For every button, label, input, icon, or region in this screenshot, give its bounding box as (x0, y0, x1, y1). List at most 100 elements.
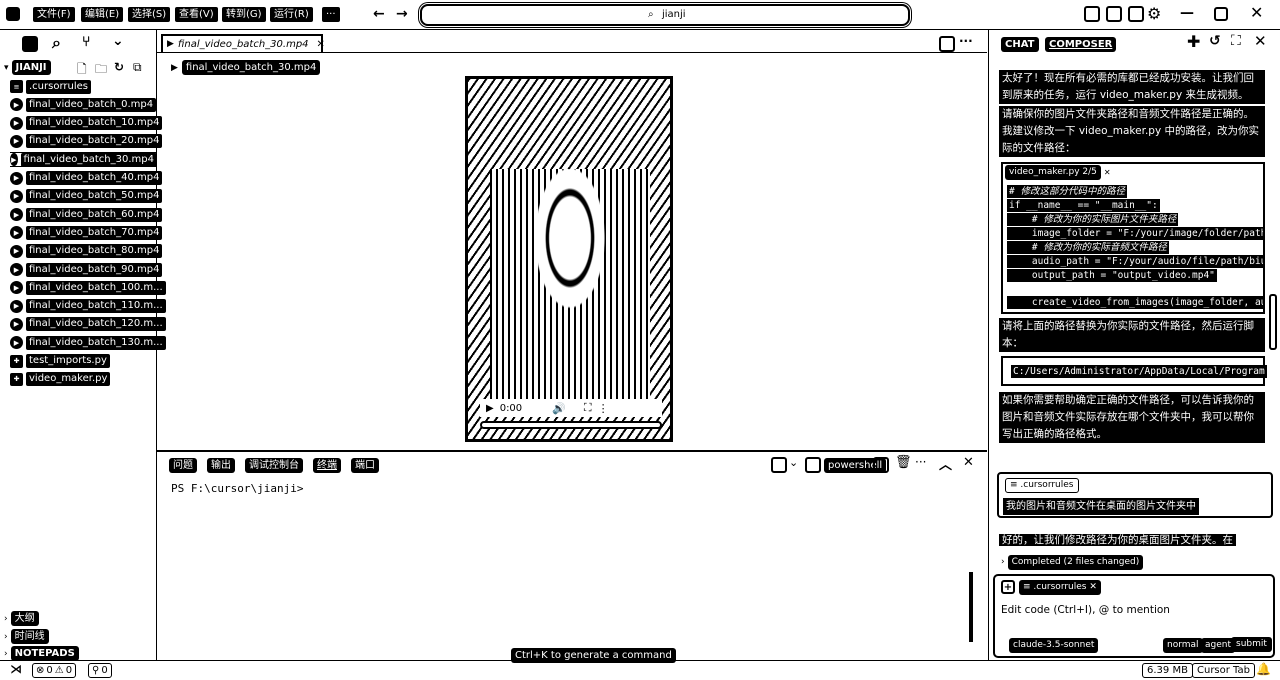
tab-debug-console[interactable]: 调试控制台 (245, 458, 303, 473)
menu-more[interactable]: ··· (322, 7, 340, 22)
ports-indicator[interactable]: ⚲ 0 (88, 663, 112, 678)
source-control-icon[interactable]: ⑂ (82, 34, 90, 50)
close-tab-icon[interactable]: ✕ (317, 39, 325, 50)
close-icon[interactable]: ✕ (1104, 168, 1111, 177)
file-item[interactable]: ▶ final_video_batch_50.mp4 (10, 189, 163, 204)
input-chip-label: .cursorrules (1033, 582, 1087, 592)
tab-problems[interactable]: 问题 (169, 458, 197, 473)
file-item[interactable]: ▶ final_video_batch_20.mp4 (10, 134, 163, 149)
tab-terminal[interactable]: 终端 (313, 458, 341, 473)
remote-icon[interactable]: ⋊ (10, 662, 22, 676)
maximize-icon[interactable] (1214, 7, 1228, 21)
file-item[interactable]: ▶ final_video_batch_70.mp4 (10, 225, 163, 240)
file-item[interactable]: ▶ final_video_batch_80.mp4 (10, 244, 163, 259)
outline-section[interactable]: › 大纲 (4, 611, 39, 626)
new-folder-icon[interactable]: 🗀 (95, 60, 107, 81)
file-item[interactable]: ▶ final_video_batch_30.mp4 (10, 152, 157, 168)
tab-composer[interactable]: COMPOSER (1045, 37, 1117, 52)
refresh-icon[interactable]: ↻ (114, 60, 124, 74)
file-item[interactable]: ▶ final_video_batch_60.mp4 (10, 207, 163, 222)
composer-input[interactable]: Edit code (Ctrl+I), @ to mention (1001, 604, 1170, 616)
file-item[interactable]: ✚ test_imports.py (10, 354, 110, 369)
tab-chat[interactable]: CHAT (1001, 37, 1039, 52)
terminal-scrollbar[interactable] (969, 572, 973, 642)
split-terminal-icon[interactable] (873, 457, 889, 473)
explorer-section-header[interactable]: ▾ JIANJI (4, 60, 51, 75)
menu-file[interactable]: 文件(F) (33, 7, 75, 22)
back-arrow-icon[interactable]: ← (373, 6, 385, 22)
completed-status[interactable]: › Completed (2 files changed) (1001, 554, 1231, 570)
timeline-section[interactable]: › 时间线 (4, 629, 49, 644)
file-item[interactable]: ▶ final_video_batch_40.mp4 (10, 171, 163, 186)
command-center-search[interactable]: ⌕ jianji (420, 4, 910, 26)
file-item[interactable]: ▶ final_video_batch_90.mp4 (10, 262, 163, 277)
submit-button[interactable]: submit (1231, 637, 1272, 652)
toggle-sidebar-icon[interactable] (1084, 6, 1100, 22)
new-terminal-icon[interactable] (771, 457, 787, 473)
breadcrumb-item[interactable]: final_video_batch_30.mp4 (181, 60, 321, 75)
close-panel-icon[interactable]: ✕ (963, 455, 974, 470)
file-item[interactable]: ▶ final_video_batch_10.mp4 (10, 116, 163, 131)
video-progress-bar[interactable] (480, 421, 662, 429)
file-item[interactable]: ▶ final_video_batch_0.mp4 (10, 97, 157, 112)
volume-icon[interactable]: 🔊 (552, 402, 566, 415)
toggle-panel-icon[interactable] (1106, 6, 1122, 22)
tab-output[interactable]: 输出 (207, 458, 235, 473)
code-file-label[interactable]: video_maker.py 2/5 (1005, 165, 1101, 180)
notepads-section[interactable]: › NOTEPADS (4, 646, 79, 661)
plus-icon[interactable]: ✚ (1187, 32, 1200, 51)
gear-icon[interactable]: ⚙ (1147, 4, 1161, 23)
chat-scrollbar[interactable] (1269, 294, 1277, 350)
fullscreen-icon[interactable]: ⛶ (584, 401, 592, 415)
model-selector[interactable]: claude-3.5-sonnet (1009, 638, 1099, 653)
play-icon: ▶ (10, 317, 23, 331)
mode-normal[interactable]: normal (1163, 638, 1203, 653)
chevron-down-icon[interactable]: ⌄ (112, 33, 124, 49)
chevron-right-icon: › (4, 648, 8, 659)
more-actions-icon[interactable]: ··· (959, 34, 973, 48)
more-actions-icon[interactable]: ··· (915, 455, 926, 469)
memory-indicator[interactable]: 6.39 MB (1142, 663, 1193, 678)
menu-go[interactable]: 转到(G) (222, 7, 266, 22)
video-player[interactable]: ▶ 0:00 🔊 ⛶ ⋮ (465, 76, 673, 442)
expand-icon[interactable]: ⛶ (1231, 33, 1241, 49)
error-icon: ⊗ (36, 665, 45, 676)
add-context-icon[interactable]: + (1001, 580, 1015, 594)
tab-ports[interactable]: 端口 (351, 458, 379, 473)
menu-selection[interactable]: 选择(S) (128, 7, 171, 22)
notifications-icon[interactable]: 🔔 (1256, 662, 1271, 676)
close-icon[interactable]: ✕ (1254, 32, 1267, 50)
close-icon[interactable]: ✕ (1250, 3, 1263, 22)
chevron-down-icon[interactable]: ⌄ (789, 456, 798, 469)
split-editor-icon[interactable] (939, 36, 955, 52)
trash-icon[interactable]: 🗑 (895, 455, 912, 470)
collapse-all-icon[interactable]: ⧉ (133, 60, 142, 75)
minimize-icon[interactable]: — (1180, 5, 1194, 21)
python-icon: ✚ (10, 372, 23, 386)
toggle-secondary-sidebar-icon[interactable] (1128, 6, 1144, 22)
file-item[interactable]: ▶ final_video_batch_130.m... (10, 335, 166, 350)
file-item[interactable]: ✚ video_maker.py (10, 372, 111, 387)
input-context-chip[interactable]: ≡ .cursorrules ✕ (1019, 580, 1101, 595)
maximize-panel-icon[interactable]: ︿ (939, 454, 952, 473)
editor-tab[interactable]: ▶ final_video_batch_30.mp4 ✕ (161, 34, 325, 52)
forward-arrow-icon[interactable]: → (396, 6, 408, 22)
more-options-icon[interactable]: ⋮ (598, 402, 609, 415)
file-item[interactable]: ▶ final_video_batch_120.m... (10, 317, 166, 332)
problems-indicator[interactable]: ⊗ 0 ⚠ 0 (32, 663, 77, 678)
new-file-icon[interactable]: 🗋 (77, 60, 87, 81)
cursor-tab-indicator[interactable]: Cursor Tab (1192, 663, 1255, 678)
file-item[interactable]: ▶ final_video_batch_110.m... (10, 299, 166, 314)
mode-agent[interactable]: agent (1201, 638, 1235, 653)
play-icon[interactable]: ▶ (486, 403, 494, 414)
history-icon[interactable]: ↺ (1209, 33, 1221, 49)
menu-run[interactable]: 运行(R) (270, 7, 313, 22)
file-item[interactable]: ≡ .cursorrules (10, 79, 91, 94)
search-icon[interactable]: ⌕ (52, 33, 61, 53)
files-icon[interactable] (22, 36, 38, 52)
command-text[interactable]: C:/Users/Administrator/AppData/Local/Pro… (1011, 365, 1267, 378)
menu-edit[interactable]: 编辑(E) (81, 7, 124, 22)
terminal-prompt[interactable]: PS F:\cursor\jianji> (171, 482, 303, 495)
menu-view[interactable]: 查看(V) (175, 7, 218, 22)
file-item[interactable]: ▶ final_video_batch_100.m... (10, 280, 166, 295)
